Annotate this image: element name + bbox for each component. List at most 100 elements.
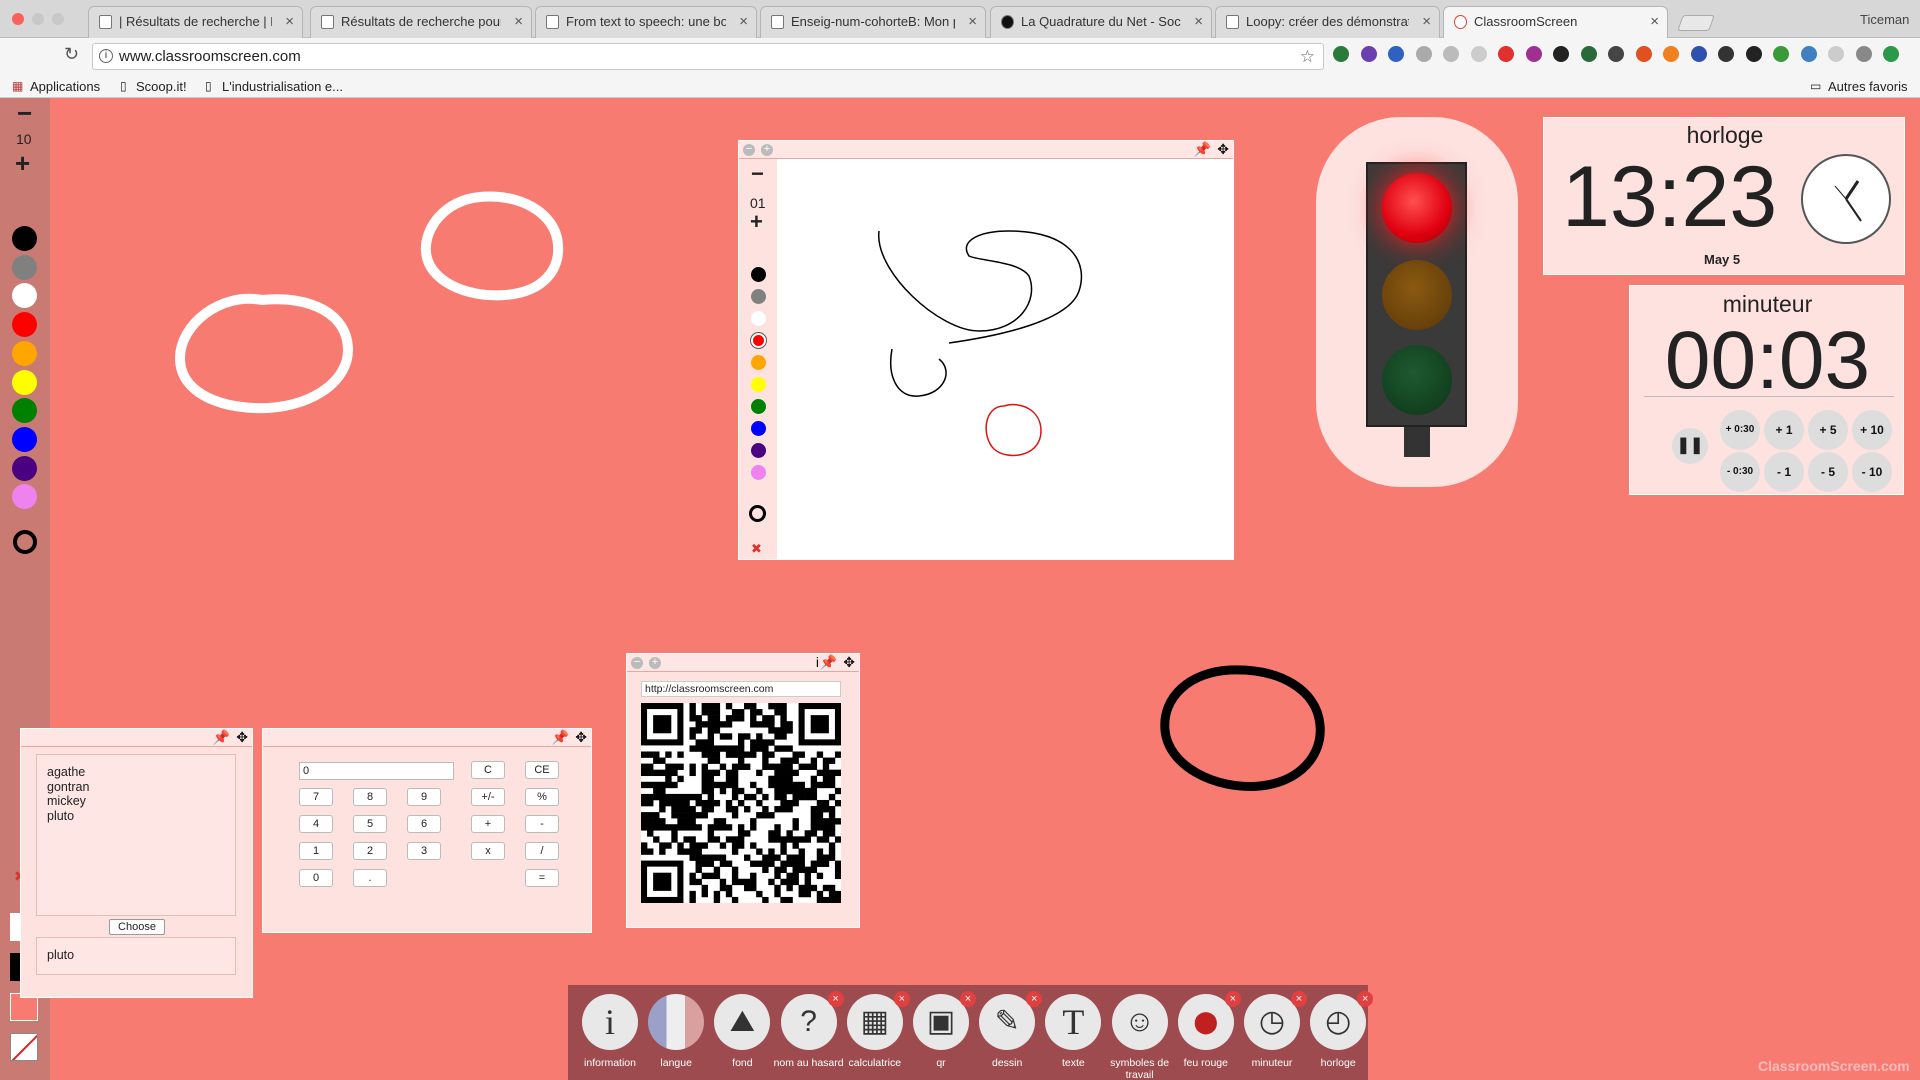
address-bar[interactable]: i www.classroomscreen.com ☆ bbox=[92, 43, 1324, 70]
close-tab-icon[interactable]: × bbox=[1422, 7, 1431, 37]
work-symbols-icon[interactable]: ☺ bbox=[1111, 994, 1168, 1050]
color-swatch[interactable] bbox=[12, 369, 37, 395]
calculator-key[interactable]: . bbox=[353, 869, 387, 887]
dock-item-work-symbols[interactable]: ☺ symboles de travail bbox=[1107, 985, 1173, 1080]
extension-icon[interactable] bbox=[1470, 46, 1487, 62]
calculator-key[interactable]: 2 bbox=[353, 842, 387, 860]
calculator-key[interactable]: x bbox=[471, 842, 505, 860]
bookmark-scoopit[interactable]: Scoop.it! bbox=[136, 79, 187, 94]
calculator-key[interactable]: 3 bbox=[407, 842, 441, 860]
close-tab-icon[interactable]: × bbox=[1194, 7, 1203, 37]
text-icon[interactable]: T bbox=[1045, 994, 1102, 1050]
browser-tab[interactable]: ClassroomScreen × bbox=[1443, 6, 1668, 39]
names-textarea[interactable]: agathe gontran mickey pluto bbox=[36, 754, 236, 916]
name-widget-titlebar[interactable]: 📌 ✥ bbox=[21, 729, 252, 747]
close-window-button[interactable] bbox=[12, 13, 24, 25]
extension-icon[interactable] bbox=[1883, 46, 1899, 62]
extension-icon[interactable] bbox=[1745, 46, 1762, 62]
color-swatch[interactable] bbox=[751, 289, 766, 304]
green-light[interactable] bbox=[1382, 345, 1452, 415]
dock-item-pencil[interactable]: ✎ dessin × bbox=[974, 985, 1043, 1080]
pin-icon[interactable]: 📌 bbox=[1194, 141, 1211, 158]
decrease-size-button[interactable]: − bbox=[751, 161, 764, 187]
new-tab-button[interactable] bbox=[1677, 15, 1715, 31]
minimize-window-button[interactable] bbox=[32, 13, 44, 25]
close-tab-icon[interactable]: × bbox=[739, 7, 748, 37]
color-swatch[interactable] bbox=[12, 398, 37, 424]
color-swatch[interactable] bbox=[751, 377, 766, 392]
choose-button[interactable]: Choose bbox=[109, 919, 165, 935]
eraser-ring-icon[interactable] bbox=[13, 530, 37, 554]
calculator-key[interactable]: C bbox=[471, 761, 505, 779]
move-icon[interactable]: ✥ bbox=[843, 654, 855, 671]
shrink-button[interactable]: − bbox=[743, 144, 755, 156]
clear-drawing-icon[interactable]: ✖ bbox=[751, 541, 762, 557]
browser-tab[interactable]: From text to speech: une bonn × bbox=[535, 6, 757, 38]
extension-icon[interactable] bbox=[1773, 46, 1789, 62]
browser-tab[interactable]: Loopy: créer des démonstratio × bbox=[1215, 6, 1440, 38]
extension-icon[interactable] bbox=[1663, 46, 1679, 62]
extension-icon[interactable] bbox=[1388, 46, 1404, 62]
extension-icon[interactable] bbox=[1800, 46, 1817, 62]
color-swatch[interactable] bbox=[751, 443, 766, 458]
calculator-key[interactable]: / bbox=[525, 842, 559, 860]
no-background-swatch[interactable] bbox=[10, 1033, 38, 1061]
bookmark-star-icon[interactable]: ☆ bbox=[1300, 44, 1315, 69]
dock-item-timer[interactable]: ◷ minuteur × bbox=[1239, 985, 1307, 1080]
dock-item-flag[interactable]: langue bbox=[643, 985, 709, 1080]
red-light[interactable] bbox=[1382, 173, 1452, 243]
timer-adjust-button[interactable]: + 10 bbox=[1852, 410, 1892, 450]
decrease-size-button[interactable]: − bbox=[17, 98, 32, 129]
close-tab-icon[interactable]: × bbox=[514, 7, 523, 37]
color-swatch[interactable] bbox=[751, 421, 766, 436]
color-swatch[interactable] bbox=[751, 311, 766, 326]
extension-icon[interactable] bbox=[1580, 46, 1597, 62]
extension-icon[interactable] bbox=[1415, 46, 1432, 62]
timer-adjust-button[interactable]: + 5 bbox=[1808, 410, 1848, 450]
pause-button[interactable]: ❚❚ bbox=[1672, 428, 1708, 464]
calculator-key[interactable]: + bbox=[471, 815, 505, 833]
increase-size-button[interactable]: + bbox=[750, 209, 763, 235]
timer-adjust-button[interactable]: - 10 bbox=[1852, 452, 1892, 492]
extension-icon[interactable] bbox=[1553, 46, 1569, 62]
browser-tab[interactable]: Enseig-num-cohorteB: Mon p × bbox=[760, 6, 986, 38]
pin-icon[interactable]: 📌 bbox=[820, 654, 837, 671]
color-swatch[interactable] bbox=[12, 455, 37, 481]
color-swatch[interactable] bbox=[12, 484, 37, 510]
color-swatch[interactable] bbox=[751, 399, 766, 414]
move-icon[interactable]: ✥ bbox=[1217, 141, 1229, 158]
color-swatch[interactable] bbox=[12, 312, 37, 338]
timer-adjust-button[interactable]: + 1 bbox=[1764, 410, 1804, 450]
calculator-key[interactable]: CE bbox=[525, 761, 559, 779]
timer-adjust-button[interactable]: - 0:30 bbox=[1720, 452, 1760, 492]
enlarge-button[interactable]: + bbox=[761, 144, 773, 156]
bookmark-other[interactable]: Autres favoris bbox=[1828, 79, 1907, 94]
pin-icon[interactable]: 📌 bbox=[552, 729, 569, 746]
calculator-key[interactable]: 8 bbox=[353, 788, 387, 806]
extension-icon[interactable] bbox=[1855, 46, 1872, 62]
browser-tab[interactable]: La Quadrature du Net - Social × bbox=[990, 6, 1212, 38]
info-icon[interactable]: i bbox=[816, 654, 819, 670]
calculator-key[interactable]: 4 bbox=[299, 815, 333, 833]
dock-item-calculator[interactable]: ▦ calculatrice × bbox=[842, 985, 910, 1080]
extension-icon[interactable] bbox=[1498, 46, 1514, 62]
dock-item-qr[interactable]: ▣ qr × bbox=[908, 985, 976, 1080]
timer-adjust-button[interactable]: - 1 bbox=[1764, 452, 1804, 492]
extension-icon[interactable] bbox=[1525, 46, 1542, 62]
color-swatch[interactable] bbox=[751, 465, 766, 480]
drawing-canvas[interactable] bbox=[779, 161, 1233, 559]
color-swatch[interactable] bbox=[751, 355, 766, 370]
extension-icon[interactable] bbox=[1443, 46, 1459, 62]
increase-size-button[interactable]: + bbox=[15, 148, 30, 179]
qr-url-input[interactable]: http://classroomscreen.com bbox=[641, 681, 841, 697]
move-icon[interactable]: ✥ bbox=[236, 729, 248, 746]
dock-item-clock[interactable]: ◴ horloge × bbox=[1305, 985, 1374, 1080]
calculator-key[interactable]: +/- bbox=[471, 788, 505, 806]
color-swatch[interactable] bbox=[12, 254, 37, 280]
browser-tab[interactable]: Résultats de recherche pour « × bbox=[310, 6, 532, 38]
color-swatch[interactable] bbox=[751, 333, 766, 348]
calculator-key[interactable]: 9 bbox=[407, 788, 441, 806]
reload-icon[interactable]: ↻ bbox=[64, 44, 79, 65]
flag-icon[interactable] bbox=[648, 994, 705, 1050]
eraser-ring-icon[interactable] bbox=[749, 505, 766, 522]
